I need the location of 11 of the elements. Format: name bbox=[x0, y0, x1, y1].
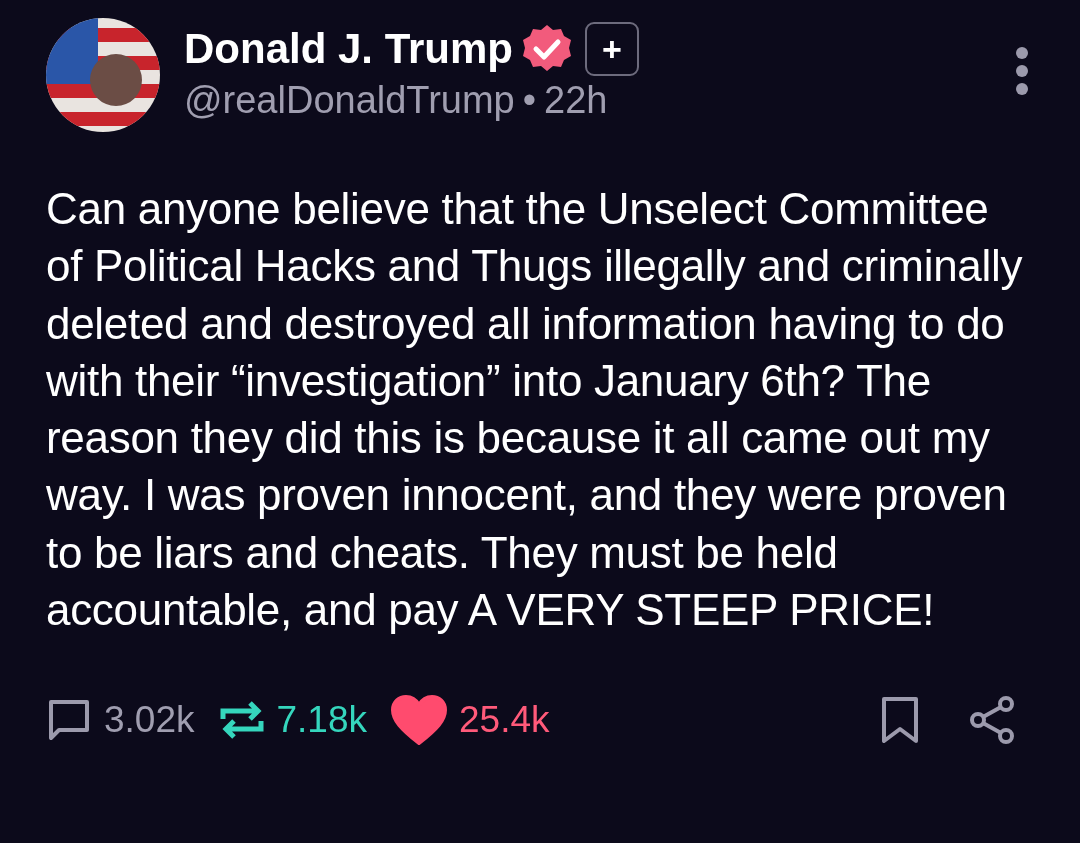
post-time: 22h bbox=[544, 78, 608, 123]
post-text: Can anyone believe that the Unselect Committee of Political Hacks and Thugs illegally and criminally deleted and destroyed all information having to do with their “investigation” into January 6th? The reason they did this is because it all came out my way. I was proven innocent, and they were proven to be liars and cheats. They must be held accountable, and pay A VERY STEEP PRICE! bbox=[46, 183, 1024, 637]
reply-button[interactable]: 3.02k bbox=[46, 692, 195, 748]
like-button[interactable]: 25.4k bbox=[391, 692, 550, 748]
author-handle: @realDonaldTrump bbox=[184, 78, 515, 123]
follow-button[interactable]: + bbox=[585, 22, 640, 76]
heart-icon bbox=[391, 695, 448, 746]
repost-button[interactable]: 7.18k bbox=[218, 692, 368, 748]
separator: • bbox=[522, 78, 537, 123]
bookmark-button[interactable] bbox=[880, 696, 920, 745]
author-name: Donald J. Trump bbox=[184, 25, 514, 73]
